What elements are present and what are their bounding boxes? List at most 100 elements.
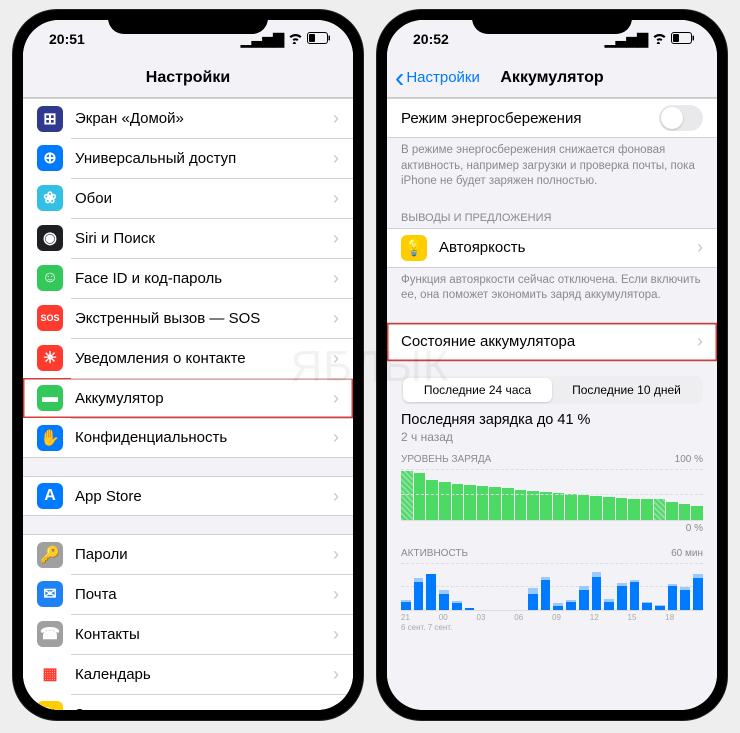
app-icon: ☀	[37, 345, 63, 371]
chart-label: АКТИВНОСТЬ	[401, 548, 468, 559]
cell-label: Состояние аккумулятора	[401, 333, 697, 350]
phone-right: 20:52 ▁▃▅▇ Настройки Аккумулятор Режим э…	[377, 10, 727, 720]
app-icon: A	[37, 483, 63, 509]
y-axis-100: 100 %	[675, 454, 703, 465]
phone-left: 20:51 ▁▃▅▇ Настройки ⊞Экран «Домой»›⊕Уни…	[13, 10, 363, 720]
time-range-segmented[interactable]: Последние 24 часа Последние 10 дней	[401, 376, 703, 404]
bar	[604, 602, 614, 610]
wifi-icon	[288, 31, 303, 47]
app-icon: ☎	[37, 621, 63, 647]
chevron-right-icon: ›	[333, 228, 339, 249]
bar	[655, 606, 665, 610]
battery-content[interactable]: Режим энергосбережения В режиме энергосб…	[387, 98, 717, 710]
settings-row[interactable]: ❀Обои›	[23, 178, 353, 218]
auto-brightness-row[interactable]: 💡 Автояркость ›	[387, 228, 717, 268]
cell-label: Календарь	[75, 666, 333, 683]
cell-label: Универсальный доступ	[75, 150, 333, 167]
segment-24h[interactable]: Последние 24 часа	[403, 378, 552, 402]
cell-label: Режим энергосбережения	[401, 110, 659, 127]
nav-header: Настройки Аккумулятор	[387, 58, 717, 98]
app-icon: ✎	[37, 701, 63, 710]
battery-health-row[interactable]: Состояние аккумулятора ›	[387, 322, 717, 362]
app-icon: ☺	[37, 265, 63, 291]
chevron-right-icon: ›	[333, 624, 339, 645]
app-icon: ❀	[37, 185, 63, 211]
settings-row[interactable]: ▦Календарь›	[23, 654, 353, 694]
bar	[668, 586, 678, 610]
lightbulb-icon: 💡	[401, 235, 427, 261]
settings-row[interactable]: ▬Аккумулятор›	[23, 378, 353, 418]
bar	[654, 499, 666, 520]
bar	[691, 506, 703, 519]
settings-row[interactable]: AApp Store›	[23, 476, 353, 516]
bar	[452, 484, 464, 520]
cell-label: Почта	[75, 586, 333, 603]
bar	[565, 494, 577, 520]
bar	[578, 495, 590, 520]
bar	[553, 493, 565, 520]
bar	[693, 578, 703, 609]
cell-label: Пароли	[75, 546, 333, 563]
app-icon: ◉	[37, 225, 63, 251]
cell-label: Siri и Поиск	[75, 230, 333, 247]
notch	[472, 10, 632, 34]
app-icon: ▬	[37, 385, 63, 411]
chevron-right-icon: ›	[333, 664, 339, 685]
app-icon: SOS	[37, 305, 63, 331]
chevron-right-icon: ›	[333, 268, 339, 289]
bar	[666, 502, 678, 520]
bar	[528, 594, 538, 610]
group-footer: В режиме энергосбережения снижается фоно…	[387, 138, 717, 190]
settings-row[interactable]: ✎Заметки›	[23, 694, 353, 710]
chart-label: УРОВЕНЬ ЗАРЯДА	[401, 454, 491, 465]
bar	[426, 574, 436, 609]
chevron-right-icon: ›	[333, 108, 339, 129]
chevron-right-icon: ›	[333, 584, 339, 605]
bar	[489, 487, 501, 519]
chevron-right-icon: ›	[333, 348, 339, 369]
screen-left: 20:51 ▁▃▅▇ Настройки ⊞Экран «Домой»›⊕Уни…	[23, 20, 353, 710]
y-axis-60: 60 мин	[671, 548, 703, 559]
screen-right: 20:52 ▁▃▅▇ Настройки Аккумулятор Режим э…	[387, 20, 717, 710]
segment-10d[interactable]: Последние 10 дней	[552, 378, 701, 402]
chevron-right-icon: ›	[333, 704, 339, 711]
toggle-off[interactable]	[659, 105, 703, 131]
settings-row[interactable]: ☎Контакты›	[23, 614, 353, 654]
y-axis-0: 0 %	[686, 523, 703, 534]
battery-icon	[671, 31, 695, 47]
notch	[108, 10, 268, 34]
settings-row[interactable]: SOSЭкстренный вызов — SOS›	[23, 298, 353, 338]
back-button[interactable]: Настройки	[395, 69, 480, 86]
cell-label: Обои	[75, 190, 333, 207]
settings-list[interactable]: ⊞Экран «Домой»›⊕Универсальный доступ› ❀ Об…	[23, 98, 353, 710]
bar	[477, 486, 489, 519]
settings-row[interactable]: ☺ Face ID и код-пароль›	[23, 258, 353, 298]
bar	[642, 603, 652, 609]
bar	[541, 580, 551, 610]
bar	[401, 471, 413, 520]
activity-chart: АКТИВНОСТЬ 60 мин 2100030609121518 6 сен…	[387, 538, 717, 632]
cell-label: Face ID и код-пароль	[75, 270, 333, 287]
settings-row[interactable]: ⊞Экран «Домой»›	[23, 98, 353, 138]
bar	[414, 473, 426, 520]
x-axis-dates: 6 сент. 7 сент.	[401, 622, 703, 632]
settings-row[interactable]: ◉ Siri и Поиск›	[23, 218, 353, 258]
bar	[603, 497, 615, 519]
bar	[566, 602, 576, 610]
bar	[553, 606, 563, 610]
settings-row[interactable]: ✉Почта›	[23, 574, 353, 614]
bar	[452, 603, 462, 609]
cell-label: Автояркость	[439, 239, 697, 256]
cell-label: Экстренный вызов — SOS	[75, 310, 333, 327]
cell-label: Конфиденциальность	[75, 429, 333, 446]
settings-row[interactable]: ✋Конфиденциальность›	[23, 418, 353, 458]
chevron-right-icon: ›	[333, 486, 339, 507]
bar	[414, 582, 424, 609]
cell-label: Уведомления о контакте	[75, 350, 333, 367]
low-power-mode-row[interactable]: Режим энергосбережения	[387, 98, 717, 138]
bar	[401, 602, 411, 610]
settings-row[interactable]: ⊕Универсальный доступ›	[23, 138, 353, 178]
wifi-icon	[652, 31, 667, 47]
settings-row[interactable]: 🔑Пароли›	[23, 534, 353, 574]
settings-row[interactable]: ☀ Уведомления о контакте›	[23, 338, 353, 378]
